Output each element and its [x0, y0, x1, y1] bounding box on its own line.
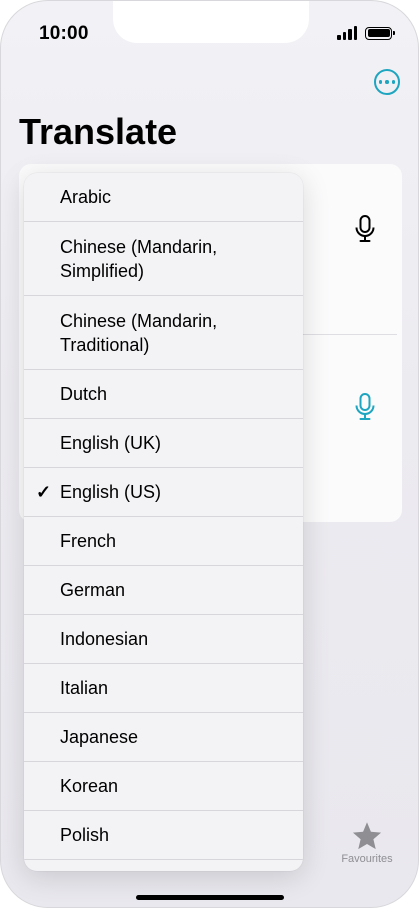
menu-item-dutch[interactable]: Dutch	[24, 370, 303, 418]
menu-item-label: Polish	[60, 825, 110, 845]
microphone-icon[interactable]	[354, 393, 376, 421]
favourites-label: Favourites	[341, 853, 393, 865]
menu-item-label: Italian	[60, 678, 109, 698]
status-time: 10:00	[39, 23, 89, 44]
menu-item-label: Dutch	[60, 384, 108, 404]
menu-item-chinese-traditional[interactable]: Chinese (Mandarin, Traditional)	[24, 296, 303, 369]
menu-item-label: Chinese (Mandarin, Traditional)	[60, 310, 218, 355]
microphone-icon[interactable]	[354, 215, 376, 243]
home-indicator	[136, 895, 284, 900]
notch	[113, 1, 309, 43]
ellipsis-circle-icon[interactable]	[374, 69, 400, 95]
menu-item-label: Arabic	[60, 187, 112, 207]
page-title: Translate	[19, 111, 178, 152]
menu-item-label: German	[60, 580, 126, 600]
menu-item-english-uk[interactable]: English (UK)	[24, 419, 303, 467]
battery-icon	[365, 26, 395, 40]
phone-screen: 10:00 Translate Favourites Arabic Chines…	[0, 0, 419, 908]
language-dropdown-menu: Arabic Chinese (Mandarin, Simplified) Ch…	[24, 173, 303, 871]
status-icons	[337, 26, 395, 40]
menu-item-label: Korean	[60, 776, 119, 796]
menu-item-label: French	[60, 531, 117, 551]
favourites-tab[interactable]: Favourites	[337, 821, 397, 865]
menu-item-japanese[interactable]: Japanese	[24, 713, 303, 761]
menu-item-label: Japanese	[60, 727, 139, 747]
menu-item-label: Indonesian	[60, 629, 149, 649]
menu-item-label: Chinese (Mandarin, Simplified)	[60, 236, 218, 281]
checkmark-icon: ✓	[36, 482, 52, 502]
menu-item-label: English (US)	[60, 482, 162, 502]
menu-item-french[interactable]: French	[24, 517, 303, 565]
menu-item-korean[interactable]: Korean	[24, 762, 303, 810]
menu-item-english-us[interactable]: ✓ English (US)	[24, 468, 303, 516]
menu-separator	[24, 859, 303, 860]
menu-item-indonesian[interactable]: Indonesian	[24, 615, 303, 663]
menu-item-polish[interactable]: Polish	[24, 811, 303, 859]
menu-item-label: English (UK)	[60, 433, 162, 453]
star-icon	[352, 822, 382, 850]
card-divider	[303, 334, 397, 335]
signal-icon	[337, 26, 357, 40]
menu-item-chinese-simplified[interactable]: Chinese (Mandarin, Simplified)	[24, 222, 303, 295]
menu-item-italian[interactable]: Italian	[24, 664, 303, 712]
menu-item-arabic[interactable]: Arabic	[24, 173, 303, 221]
menu-item-german[interactable]: German	[24, 566, 303, 614]
